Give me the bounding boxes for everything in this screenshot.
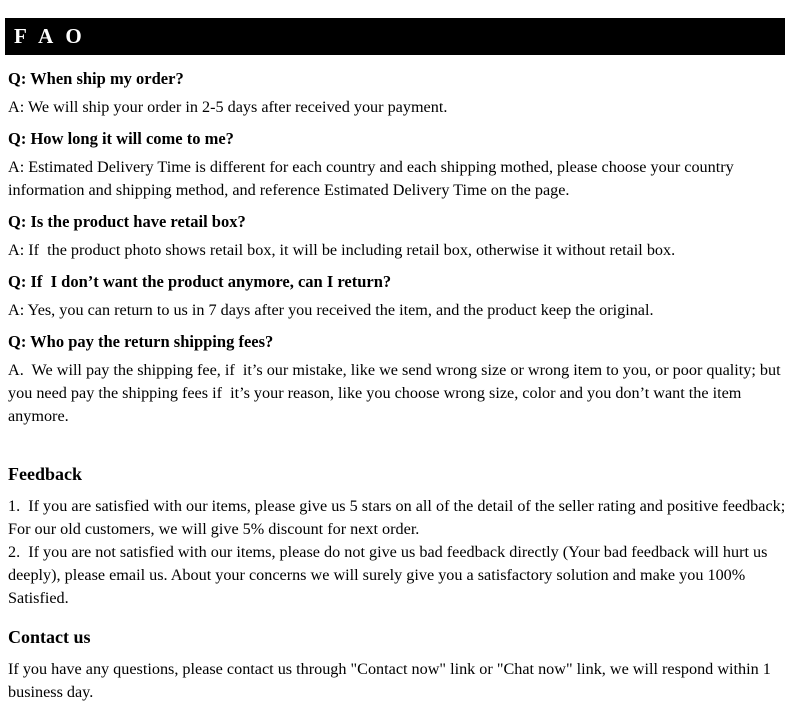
faq-question: Q: Who pay the return shipping fees?: [8, 332, 274, 351]
feedback-item-2: 2. If you are not satisfied with our ite…: [8, 543, 772, 607]
faq-answer: A: Yes, you can return to us in 7 days a…: [8, 301, 654, 319]
faq-item: Q: Is the product have retail box? A: If…: [8, 211, 792, 262]
feedback-section: Feedback 1. If you are satisfied with ou…: [8, 463, 792, 610]
faq-question: Q: Is the product have retail box?: [8, 212, 246, 231]
faq-question: Q: If I don’t want the product anymore, …: [8, 272, 392, 291]
feedback-item-1: 1. If you are satisfied with our items, …: [8, 497, 790, 538]
contact-section: Contact us If you have any questions, pl…: [8, 626, 792, 704]
faq-item: Q: Who pay the return shipping fees? A. …: [8, 331, 792, 428]
faq-item: Q: When ship my order? A: We will ship y…: [8, 68, 792, 119]
contact-heading: Contact us: [8, 627, 91, 647]
feedback-heading: Feedback: [8, 464, 82, 484]
faq-answer: A. We will pay the shipping fee, if it’s…: [8, 361, 785, 425]
faq-item: Q: If I don’t want the product anymore, …: [8, 271, 792, 322]
faq-answer: A: Estimated Delivery Time is different …: [8, 158, 738, 199]
faq-answer: A: We will ship your order in 2-5 days a…: [8, 98, 448, 116]
faq-question: Q: When ship my order?: [8, 69, 184, 88]
faq-item: Q: How long it will come to me? A: Estim…: [8, 128, 792, 202]
faq-answer: A: If the product photo shows retail box…: [8, 241, 676, 259]
faq-page: F A O Q: When ship my order? A: We will …: [0, 0, 800, 701]
faq-banner: F A O: [5, 18, 785, 55]
faq-content: Q: When ship my order? A: We will ship y…: [8, 68, 792, 704]
faq-question: Q: How long it will come to me?: [8, 129, 234, 148]
contact-text: If you have any questions, please contac…: [8, 660, 775, 701]
faq-banner-title: F A O: [14, 24, 86, 48]
